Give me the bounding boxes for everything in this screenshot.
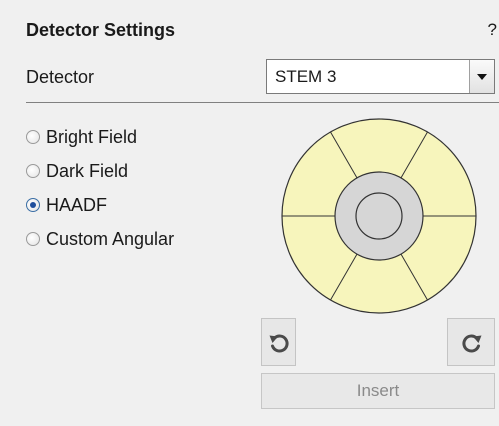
insert-button[interactable]: Insert xyxy=(261,373,495,409)
detector-dropdown-value: STEM 3 xyxy=(275,67,337,86)
radio-label: Custom Angular xyxy=(46,228,175,249)
center-detector xyxy=(355,192,403,240)
rotate-counterclockwise-button[interactable] xyxy=(261,318,296,366)
help-button[interactable]: ? xyxy=(488,20,497,40)
radio-circle-icon[interactable] xyxy=(26,164,40,178)
radio-circle-icon[interactable] xyxy=(26,232,40,246)
rotate-clockwise-button[interactable] xyxy=(447,318,495,366)
divider xyxy=(26,102,499,103)
radio-dark-field[interactable]: Dark Field xyxy=(26,160,128,182)
detector-label: Detector xyxy=(26,67,95,87)
radio-selected-icon[interactable] xyxy=(26,198,40,212)
panel-title: Detector Settings xyxy=(26,20,176,40)
radio-label: HAADF xyxy=(46,194,108,215)
detector-settings-panel: Detector Settings ? Detector STEM 3 Brig… xyxy=(0,0,499,426)
radio-label: Dark Field xyxy=(46,160,129,181)
radio-haadf[interactable]: HAADF xyxy=(26,194,107,216)
chevron-down-icon[interactable] xyxy=(469,60,494,93)
rotate-counterclockwise-icon xyxy=(269,334,289,353)
detector-dropdown[interactable]: STEM 3 xyxy=(266,59,495,94)
radio-label: Bright Field xyxy=(46,126,138,147)
radio-circle-icon[interactable] xyxy=(26,130,40,144)
radio-bright-field[interactable]: Bright Field xyxy=(26,126,137,148)
rotate-clockwise-icon xyxy=(462,334,482,353)
radio-custom-angular[interactable]: Custom Angular xyxy=(26,228,174,250)
detector-segment-diagram xyxy=(281,118,477,314)
